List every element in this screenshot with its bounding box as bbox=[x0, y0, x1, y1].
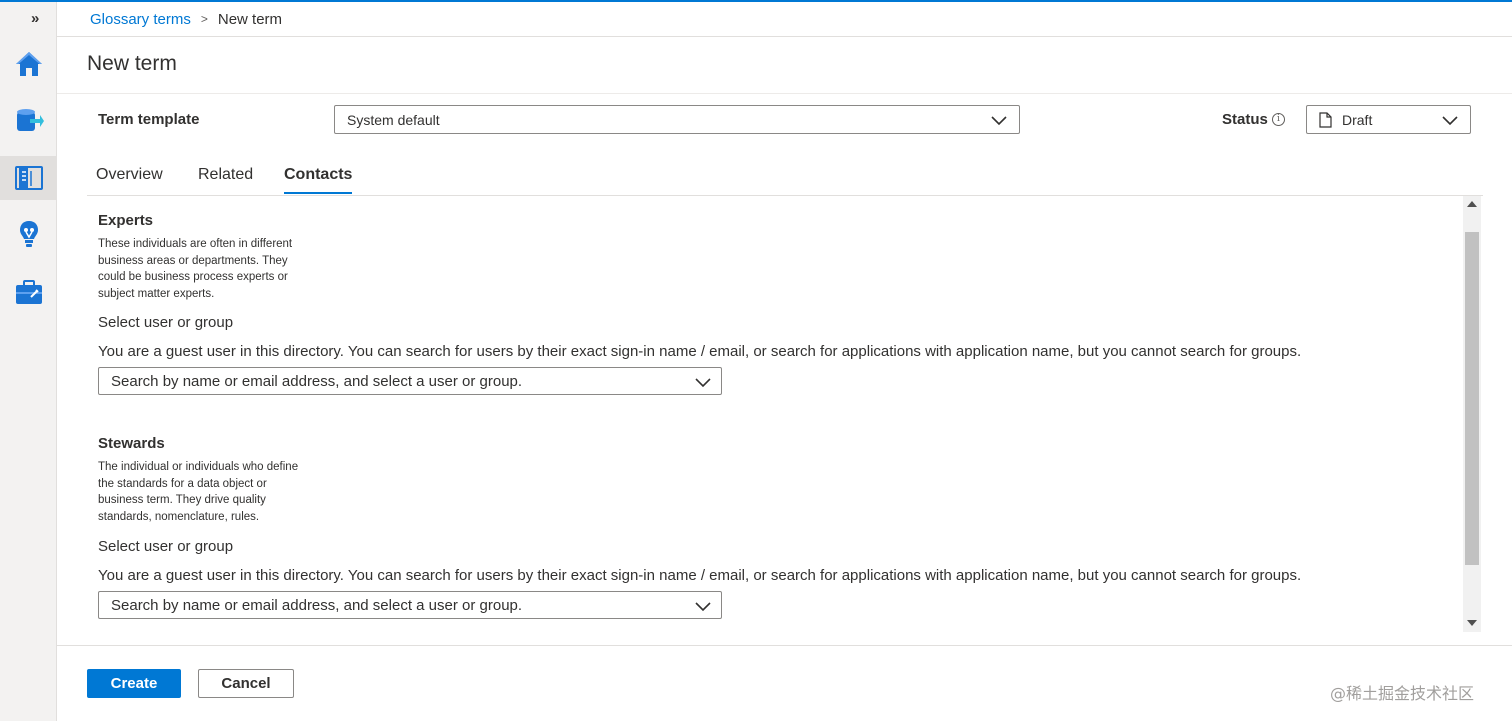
cancel-button[interactable]: Cancel bbox=[198, 669, 294, 698]
document-icon bbox=[1319, 111, 1332, 128]
experts-description-line: These individuals are often in different bbox=[98, 238, 293, 250]
stewards-title: Stewards bbox=[98, 435, 165, 452]
tab-overview[interactable]: Overview bbox=[96, 166, 163, 184]
nav-data-map[interactable] bbox=[0, 98, 57, 142]
status-value: Draft bbox=[1342, 111, 1373, 128]
home-icon bbox=[15, 52, 42, 76]
tabs-divider bbox=[87, 195, 1483, 196]
chevron-down-icon bbox=[991, 115, 1007, 125]
experts-search-input[interactable]: Search by name or email address, and sel… bbox=[98, 367, 722, 395]
nav-insights[interactable] bbox=[0, 212, 57, 256]
glossary-book-icon bbox=[14, 166, 43, 190]
title-divider bbox=[57, 93, 1512, 94]
experts-description-line: business areas or departments. They bbox=[98, 254, 288, 267]
status-label: Status bbox=[1222, 111, 1268, 128]
breadcrumb-glossary-terms-link[interactable]: Glossary terms bbox=[90, 11, 191, 28]
chevron-down-icon bbox=[695, 602, 711, 612]
stewards-select-label: Select user or group bbox=[98, 538, 234, 555]
experts-description: These individuals are often in different… bbox=[98, 236, 313, 303]
left-nav-rail: » bbox=[0, 2, 57, 721]
insights-bulb-icon bbox=[19, 221, 38, 247]
experts-title: Experts bbox=[98, 212, 154, 229]
term-template-value: System default bbox=[347, 111, 440, 128]
term-template-dropdown[interactable]: System default bbox=[334, 105, 1020, 134]
breadcrumb: Glossary terms > New term bbox=[57, 2, 1512, 37]
active-tab-indicator bbox=[284, 192, 352, 194]
nav-home[interactable] bbox=[0, 42, 57, 86]
page-title: New term bbox=[87, 52, 177, 75]
create-button[interactable]: Create bbox=[87, 669, 181, 698]
scroll-up-arrow-icon[interactable] bbox=[1467, 201, 1477, 207]
nav-glossary[interactable] bbox=[0, 156, 57, 200]
breadcrumb-current: New term bbox=[217, 10, 283, 28]
stewards-search-placeholder: Search by name or email address, and sel… bbox=[111, 596, 523, 614]
data-map-icon bbox=[16, 109, 44, 131]
experts-description-line: could be business process experts or bbox=[98, 271, 288, 284]
stewards-search-input[interactable]: Search by name or email address, and sel… bbox=[98, 591, 722, 619]
stewards-description-line: The individual or individuals who define bbox=[98, 461, 299, 473]
management-toolbox-icon bbox=[15, 280, 42, 304]
expand-nav-icon[interactable]: » bbox=[31, 10, 39, 28]
watermark: @稀土掘金技术社区 bbox=[1330, 684, 1475, 703]
experts-description-line: subject matter experts. bbox=[98, 288, 215, 301]
content-scrollbar[interactable] bbox=[1463, 196, 1481, 632]
scroll-down-arrow-icon[interactable] bbox=[1467, 620, 1477, 626]
chevron-down-icon bbox=[695, 378, 711, 388]
experts-select-label: Select user or group bbox=[98, 314, 234, 331]
term-template-label: Term template bbox=[98, 111, 200, 128]
tab-contacts[interactable]: Contacts bbox=[284, 166, 352, 184]
nav-management[interactable] bbox=[0, 270, 57, 314]
experts-search-placeholder: Search by name or email address, and sel… bbox=[111, 372, 523, 390]
chevron-down-icon bbox=[1442, 115, 1458, 125]
info-icon[interactable]: i bbox=[1272, 113, 1285, 126]
stewards-description-line: business term. They drive quality bbox=[98, 494, 266, 507]
stewards-description-line: the standards for a data object or bbox=[98, 477, 267, 490]
breadcrumb-separator: > bbox=[200, 12, 208, 26]
status-dropdown[interactable]: Draft bbox=[1306, 105, 1471, 134]
stewards-description-line: standards, nomenclature, rules. bbox=[98, 511, 260, 524]
scrollbar-thumb[interactable] bbox=[1465, 232, 1479, 565]
experts-guest-note: You are a guest user in this directory. … bbox=[98, 343, 1302, 360]
stewards-description: The individual or individuals who define… bbox=[98, 459, 313, 526]
tab-related[interactable]: Related bbox=[198, 166, 253, 184]
footer-divider bbox=[57, 645, 1512, 646]
stewards-guest-note: You are a guest user in this directory. … bbox=[98, 567, 1302, 584]
